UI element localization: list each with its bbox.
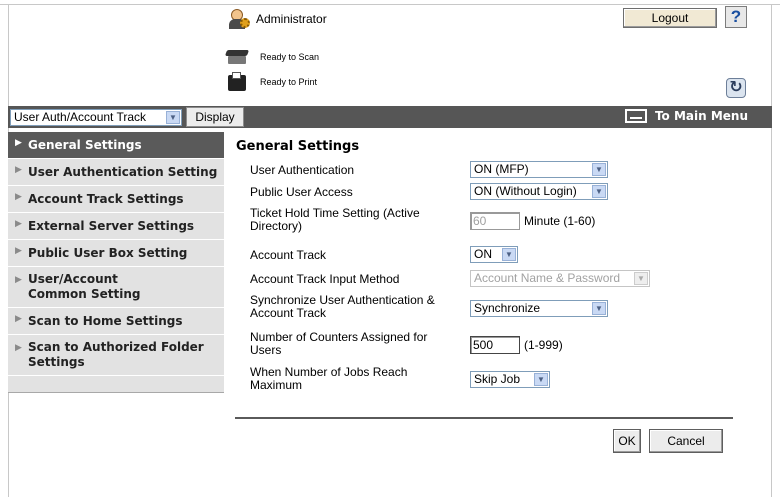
chevron-down-icon: ▼ [592,185,606,198]
frame-right-border [771,4,772,497]
chevron-down-icon: ▼ [634,272,648,285]
ticket-hold-time-label: Ticket Hold Time Setting (Active Directo… [250,206,420,233]
synchronize-select[interactable]: Synchronize ▼ [470,300,608,317]
display-button[interactable]: Display [186,107,244,127]
account-track-label: Account Track [250,248,327,262]
number-of-counters-unit: (1-999) [524,338,563,352]
triangle-right-icon: ▶ [15,138,22,148]
user-authentication-label: User Authentication [250,163,355,177]
sidebar-item-scan-to-home-settings[interactable]: ▶ Scan to Home Settings [8,308,224,335]
triangle-right-icon: ▶ [15,275,22,285]
sidebar-item-user-account-common-setting[interactable]: ▶ User/Account Common Setting [8,267,224,308]
public-user-access-label: Public User Access [250,185,353,199]
sidebar-item-label: Public User Box Setting [28,246,188,260]
triangle-right-icon: ▶ [15,219,22,229]
sidebar-item-external-server-settings[interactable]: ▶ External Server Settings [8,213,224,240]
sidebar-item-label: Scan to Home Settings [28,314,183,328]
sidebar-item-label: User Authentication Setting [28,165,218,179]
form-divider [235,417,733,419]
printer-icon [226,72,248,92]
when-jobs-reach-maximum-label: When Number of Jobs Reach Maximum [250,365,408,392]
ok-button[interactable]: OK [613,429,641,453]
user-authentication-select[interactable]: ON (MFP) ▼ [470,161,608,178]
synchronize-value: Synchronize [474,301,541,315]
triangle-right-icon: ▶ [15,246,22,256]
triangle-right-icon: ▶ [15,343,22,353]
chevron-down-icon: ▼ [166,111,180,124]
account-track-input-method-label: Account Track Input Method [250,272,400,286]
chevron-down-icon: ▼ [592,302,606,315]
sidebar-item-label: User/Account Common Setting [28,272,141,301]
public-user-access-value: ON (Without Login) [474,184,577,198]
ticket-hold-time-unit: Minute (1-60) [524,214,596,228]
mode-select[interactable]: User Auth/Account Track ▼ [10,109,182,126]
sidebar-item-label: Scan to Authorized Folder Settings [28,340,204,369]
chevron-down-icon: ▼ [502,248,516,261]
triangle-right-icon: ▶ [15,314,22,324]
to-main-menu-link[interactable]: To Main Menu [624,109,748,123]
synchronize-label: Synchronize User Authentication & Accoun… [250,293,435,320]
help-icon[interactable]: ? [725,6,747,28]
administrator-icon [228,8,250,30]
sidebar-item-label: External Server Settings [28,219,195,233]
to-main-menu-label: To Main Menu [654,109,748,123]
sidebar-item-general-settings[interactable]: ▶ General Settings [8,132,224,159]
number-of-counters-input[interactable]: 500 [470,336,520,354]
page-title: General Settings [236,139,360,154]
mode-select-value: User Auth/Account Track [14,110,147,124]
sidebar-item-account-track-settings[interactable]: ▶ Account Track Settings [8,186,224,213]
sidebar-item-scan-to-authorized-folder-settings[interactable]: ▶ Scan to Authorized Folder Settings [8,335,224,376]
sidebar-footer [8,376,224,393]
sidebar-item-label: General Settings [28,138,142,152]
logout-button[interactable]: Logout [623,8,717,28]
triangle-right-icon: ▶ [15,165,22,175]
scanner-status-text: Ready to Scan [260,52,320,62]
public-user-access-select[interactable]: ON (Without Login) ▼ [470,183,608,200]
number-of-counters-label: Number of Counters Assigned for Users [250,330,428,357]
ticket-hold-time-input[interactable]: 60 [470,212,520,230]
user-authentication-value: ON (MFP) [474,162,529,176]
printer-status: Ready to Print [226,72,317,92]
admin-indicator: Administrator [228,8,327,30]
cancel-button[interactable]: Cancel [649,429,723,453]
triangle-right-icon: ▶ [15,192,22,202]
admin-label: Administrator [256,12,327,26]
account-track-value: ON [474,247,492,261]
chevron-down-icon: ▼ [534,373,548,386]
account-track-input-method-select[interactable]: Account Name & Password ▼ [470,270,650,287]
main-menu-icon [624,109,647,123]
refresh-icon[interactable]: ↻ [726,78,746,98]
frame-top-border [0,4,780,5]
sidebar-item-public-user-box-setting[interactable]: ▶ Public User Box Setting [8,240,224,267]
scanner-status: Ready to Scan [224,48,320,66]
when-jobs-reach-maximum-value: Skip Job [474,372,521,386]
sidebar: ▶ General Settings ▶ User Authentication… [8,132,224,393]
account-track-select[interactable]: ON ▼ [470,246,518,263]
account-track-input-method-value: Account Name & Password [474,271,621,285]
when-jobs-reach-maximum-select[interactable]: Skip Job ▼ [470,371,550,388]
sidebar-item-user-authentication-setting[interactable]: ▶ User Authentication Setting [8,159,224,186]
printer-status-text: Ready to Print [260,77,318,87]
chevron-down-icon: ▼ [592,163,606,176]
scanner-icon [224,48,250,66]
sidebar-item-label: Account Track Settings [28,192,184,206]
